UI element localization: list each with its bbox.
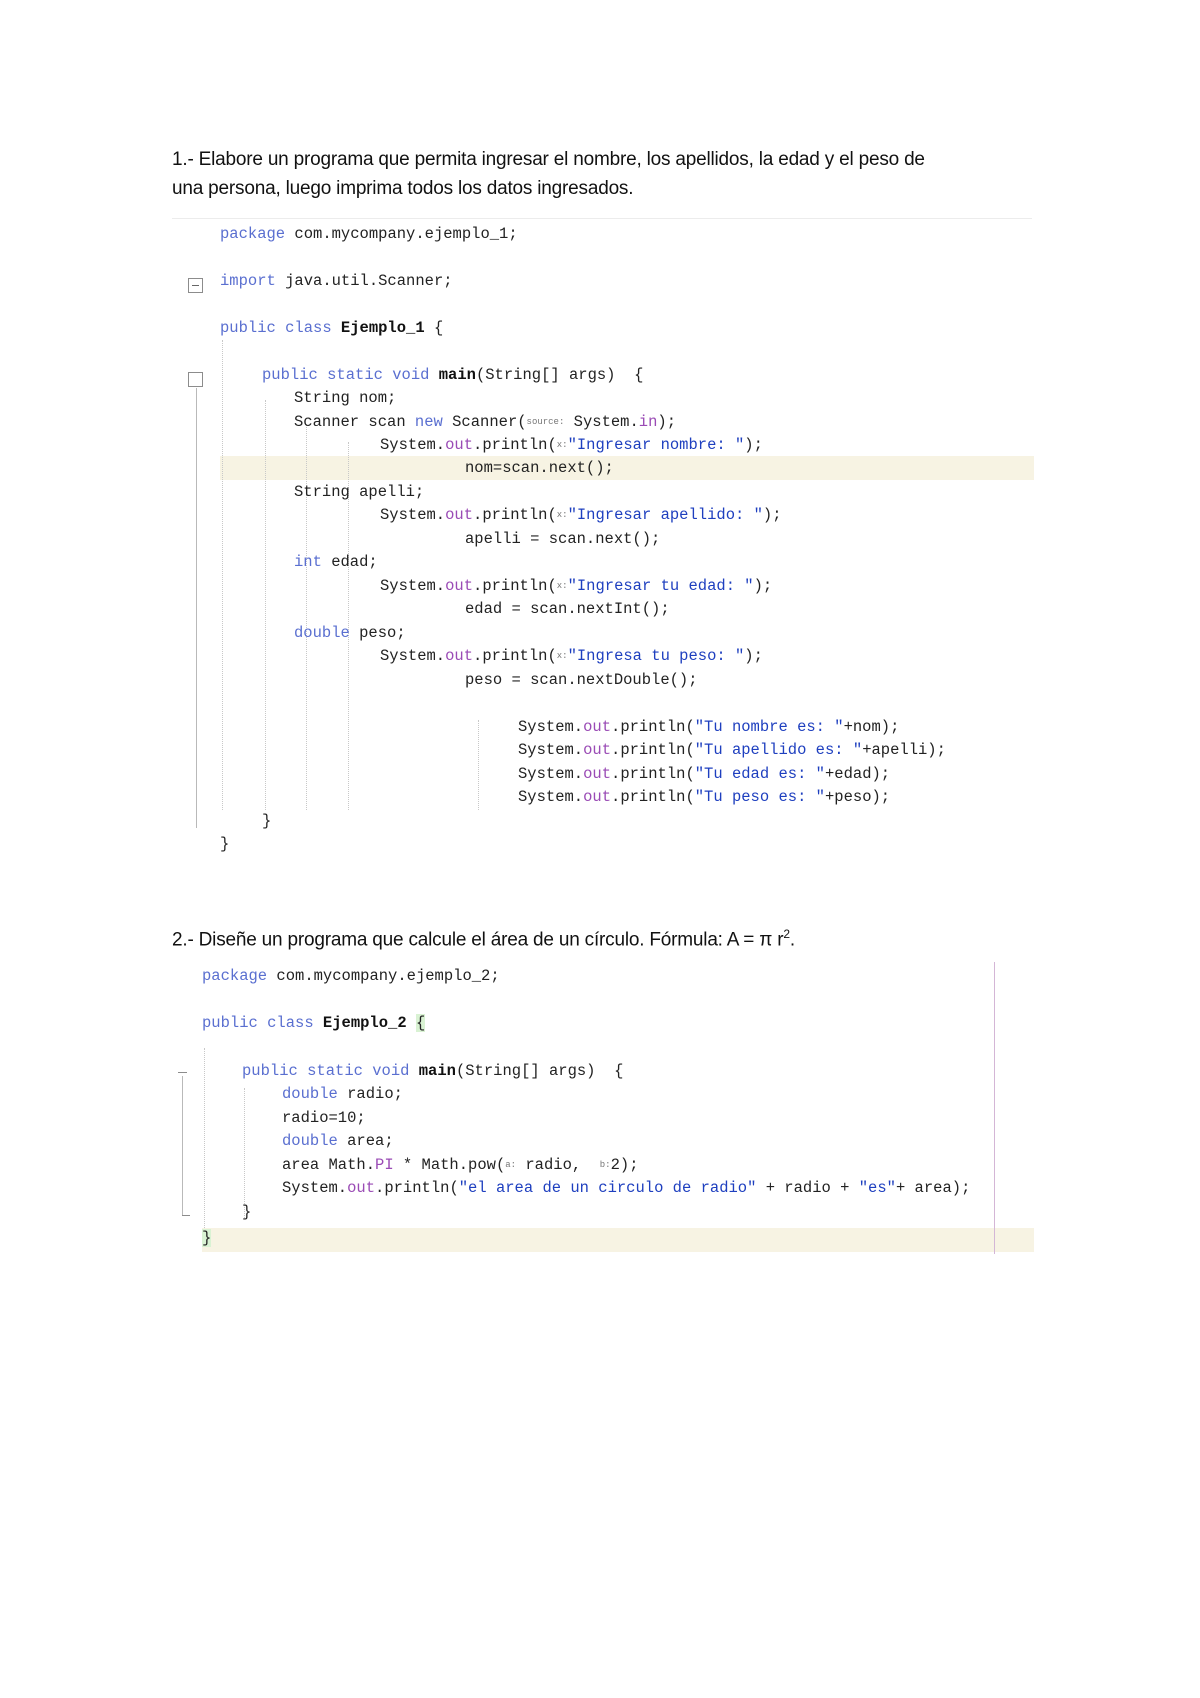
code-line-main: public static void main(String[] args) { bbox=[242, 1062, 623, 1080]
string-literal: "el area de un circulo de radio" bbox=[458, 1179, 757, 1197]
fold-end-marker bbox=[182, 1215, 190, 1216]
code-text: System. bbox=[282, 1179, 348, 1197]
code-text: + area); bbox=[895, 1179, 971, 1197]
keyword: double bbox=[282, 1132, 338, 1150]
class-name: Ejemplo_2 bbox=[313, 1014, 407, 1032]
code-line: System.out.println("el area de un circul… bbox=[282, 1179, 970, 1197]
code-line: double radio; bbox=[282, 1085, 403, 1103]
code-line: radio=10; bbox=[282, 1109, 366, 1127]
keyword: public static void bbox=[242, 1062, 410, 1080]
code-line-class: public class Ejemplo_2 { bbox=[202, 1014, 426, 1032]
code-text: (String[] args) { bbox=[455, 1062, 624, 1080]
code-text: * Math.pow( bbox=[393, 1156, 506, 1174]
parameter-hint: b: bbox=[599, 1159, 611, 1170]
code-line-package: package com.mycompany.ejemplo_2; bbox=[202, 967, 500, 985]
code-line: } bbox=[242, 1203, 252, 1221]
string-literal: "es" bbox=[858, 1179, 896, 1197]
code-line: double area; bbox=[282, 1132, 394, 1150]
field: out bbox=[347, 1179, 376, 1197]
indent-guide bbox=[244, 1088, 245, 1218]
right-margin-line bbox=[994, 962, 995, 1254]
code-text: + radio + bbox=[756, 1179, 859, 1197]
code-line: } bbox=[202, 1229, 212, 1247]
fold-marker[interactable] bbox=[178, 1072, 187, 1073]
fold-range-line bbox=[182, 1076, 183, 1216]
code-text: area Math. bbox=[282, 1156, 376, 1174]
code-text: 2); bbox=[610, 1156, 639, 1174]
indent-guide bbox=[204, 1048, 205, 1228]
code-line: area Math.PI * Math.pow(a: radio, b:2); bbox=[282, 1156, 639, 1174]
method-name: main bbox=[409, 1062, 456, 1080]
code-text: com.mycompany.ejemplo_2; bbox=[267, 967, 500, 985]
code-text: area; bbox=[337, 1132, 394, 1150]
code-text: radio; bbox=[337, 1085, 403, 1103]
field: PI bbox=[375, 1156, 394, 1174]
code-text: .println( bbox=[375, 1179, 459, 1197]
code-text: radio, bbox=[516, 1156, 600, 1174]
keyword: public class bbox=[202, 1014, 314, 1032]
matched-brace: { bbox=[415, 1014, 426, 1032]
keyword: double bbox=[282, 1085, 338, 1103]
parameter-hint: a: bbox=[505, 1159, 517, 1170]
keyword: package bbox=[202, 967, 268, 985]
code-block-2: package com.mycompany.ejemplo_2; public … bbox=[0, 0, 1200, 1260]
current-line-highlight bbox=[202, 1228, 1034, 1252]
matched-brace: } bbox=[202, 1229, 212, 1247]
